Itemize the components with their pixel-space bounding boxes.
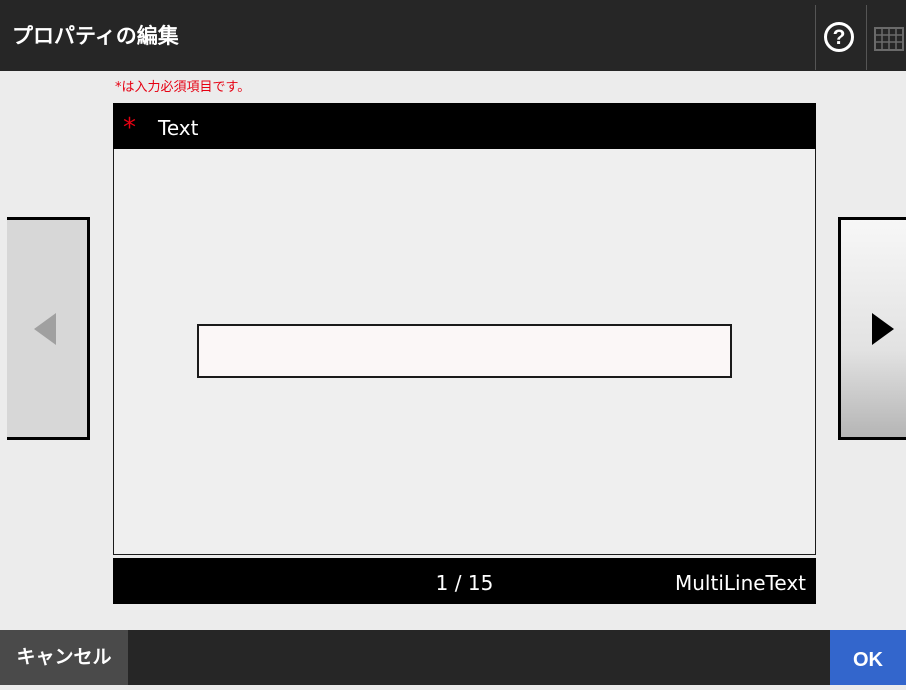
keyboard-icon: [874, 27, 904, 51]
field-header: * Text: [113, 103, 816, 149]
cancel-button[interactable]: キャンセル: [0, 630, 128, 685]
next-button[interactable]: [838, 217, 906, 440]
field-label: Text: [158, 116, 199, 140]
keyboard-button[interactable]: [868, 5, 906, 70]
bottom-bar: キャンセル OK: [0, 630, 906, 685]
field-type-label: MultiLineText: [674, 571, 806, 595]
previous-button[interactable]: [7, 217, 90, 440]
ok-button[interactable]: OK: [830, 630, 906, 685]
field-footer: 1 / 15 MultiLineText: [113, 558, 816, 604]
question-circle-icon: ?: [824, 22, 854, 52]
required-asterisk-icon: *: [123, 113, 136, 143]
required-note: *は入力必須項目です。: [115, 80, 251, 95]
page-title: プロパティの編集: [12, 24, 179, 48]
triangle-right-icon: [872, 313, 894, 345]
help-button[interactable]: ?: [815, 5, 867, 70]
triangle-left-icon: [34, 313, 56, 345]
title-bar: プロパティの編集 ?: [0, 0, 906, 71]
text-input[interactable]: [197, 324, 732, 378]
